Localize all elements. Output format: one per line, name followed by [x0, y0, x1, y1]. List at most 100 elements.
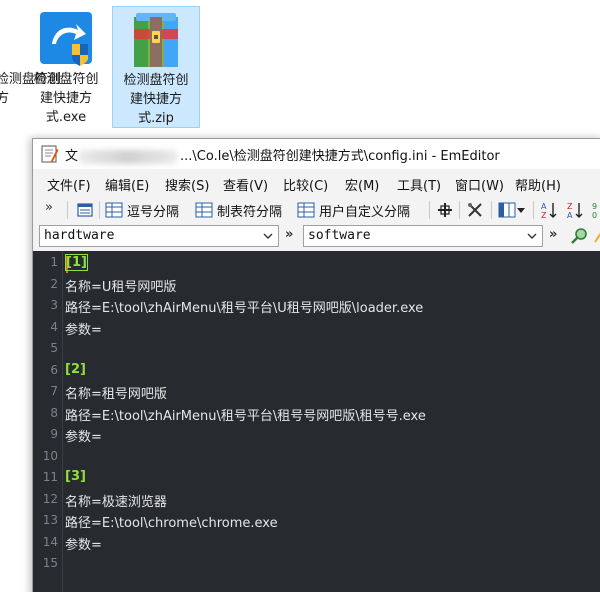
desktop: 检测盘符创 方 检测盘符创 建快捷方 式.exe 检测盘符创 建快捷方 式.zi… — [0, 0, 600, 140]
comma-separated-button[interactable]: 逗号分隔 — [105, 199, 179, 221]
window-title: 文 ...\Co.le\检测盘符创建快捷方式\config.ini - EmEdi… — [65, 149, 500, 164]
svg-text:A: A — [541, 202, 547, 211]
find-options-icon[interactable] — [593, 226, 600, 246]
sort-ascending-icon[interactable]: A Z — [539, 200, 559, 220]
emeditor-app-icon — [41, 145, 59, 163]
ini-key: 名称 — [65, 494, 92, 510]
code-line[interactable]: 路径=E:\tool\zhAirMenu\租号平台\U租号网吧版\loader.… — [65, 297, 423, 316]
ini-value: U租号网吧版 — [101, 279, 177, 295]
line-number: 7 — [50, 384, 58, 398]
find-combo-right[interactable]: software — [303, 225, 543, 247]
table-grid-icon — [297, 202, 315, 218]
code-line[interactable]: 路径=E:\tool\zhAirMenu\租号平台\租号号网吧版\租号号.exe — [65, 405, 426, 424]
line-number: 11 — [42, 470, 58, 484]
move-cross-icon[interactable] — [435, 200, 455, 220]
ini-equals: = — [91, 279, 102, 295]
chevron-down-icon[interactable] — [262, 230, 274, 242]
code-line[interactable]: 路径=E:\tool\chrome\chrome.exe — [65, 512, 278, 531]
line-number: 10 — [42, 448, 58, 463]
code-editor[interactable]: 1 2 3 4 5 6 7 8 9 10 11 12 13 14 15 [1] … — [33, 251, 600, 592]
title-bar[interactable]: 文 ...\Co.le\检测盘符创建快捷方式\config.ini - EmEdi… — [33, 139, 600, 169]
code-line[interactable]: 参数= — [65, 319, 102, 338]
tools-icon[interactable] — [465, 200, 485, 220]
ini-equals: = — [91, 430, 102, 445]
menu-help[interactable]: 帮助(H) — [515, 175, 561, 194]
ini-value: E:\tool\chrome\chrome.exe — [101, 516, 278, 531]
toolbar-separator — [429, 201, 430, 219]
code-line[interactable]: 参数= — [65, 426, 102, 445]
svg-text:A: A — [567, 211, 573, 220]
find-bar-separator: » — [549, 227, 558, 242]
toolbar: » 逗号分隔 制表符分隔 用户自定义分隔 A Z Z A 9 0 — [33, 197, 600, 223]
ini-equals: = — [91, 516, 102, 531]
ini-key: 路径 — [65, 408, 92, 424]
code-line[interactable]: [1] — [65, 254, 88, 271]
line-number: 15 — [42, 556, 58, 570]
ini-equals: = — [91, 387, 102, 402]
desktop-icon-exe[interactable]: 检测盘符创 建快捷方 式.exe — [22, 6, 110, 128]
menu-file[interactable]: 文件(F) — [47, 175, 91, 194]
ini-equals: = — [91, 494, 102, 510]
menu-tools[interactable]: 工具(T) — [397, 175, 441, 194]
toolbar-overflow-chevron[interactable]: » — [45, 200, 53, 215]
line-number: 3 — [50, 298, 58, 312]
svg-text:Z: Z — [541, 211, 547, 220]
find-combo-left[interactable]: hardtware — [39, 225, 279, 247]
line-number: 13 — [42, 513, 58, 527]
menu-compare[interactable]: 比较(C) — [283, 175, 328, 194]
window-icon[interactable] — [75, 200, 95, 220]
code-line[interactable]: 名称=租号网吧版 — [65, 383, 167, 402]
user-defined-separator-button[interactable]: 用户自定义分隔 — [297, 199, 410, 221]
chevron-down-icon[interactable] — [515, 200, 527, 220]
code-line[interactable]: [2] — [65, 362, 86, 377]
ini-equals: = — [91, 301, 102, 316]
ini-section-header: [3] — [65, 469, 86, 484]
find-bar-separator: » — [285, 227, 294, 242]
menu-window[interactable]: 窗口(W) — [455, 175, 504, 194]
toolbar-separator — [67, 201, 68, 219]
menu-view[interactable]: 查看(V) — [223, 175, 268, 194]
chevron-down-icon[interactable] — [526, 230, 538, 242]
menu-macro[interactable]: 宏(M) — [345, 175, 379, 194]
svg-text:9: 9 — [592, 202, 597, 211]
line-number: 9 — [50, 427, 58, 441]
line-number-gutter: 1 2 3 4 5 6 7 8 9 10 11 12 13 14 15 — [33, 251, 63, 592]
line-number: 12 — [42, 491, 58, 506]
code-line[interactable]: 名称=极速浏览器 — [65, 491, 167, 510]
redacted-path — [78, 149, 179, 164]
ini-key: 参数 — [65, 537, 92, 553]
line-number: 4 — [50, 319, 58, 334]
find-search-icon[interactable] — [569, 226, 589, 246]
ini-equals: = — [91, 408, 102, 424]
line-number: 6 — [50, 362, 58, 377]
desktop-icon-zip[interactable]: 检测盘符创 建快捷方 式.zip — [112, 6, 200, 128]
zip-archive-icon — [134, 13, 178, 67]
sort-numeric-icon[interactable]: 9 0 — [591, 200, 600, 220]
code-line[interactable]: 名称=U租号网吧版 — [65, 276, 176, 295]
toolbar-separator — [459, 201, 460, 219]
sort-descending-icon[interactable]: Z A — [565, 200, 585, 220]
ini-value: E:\tool\zhAirMenu\租号平台\U租号网吧版\loader.exe — [101, 301, 424, 316]
code-line[interactable]: [3] — [65, 469, 86, 484]
menu-search[interactable]: 搜索(S) — [165, 175, 209, 194]
menu-bar: 文件(F) 编辑(E) 搜索(S) 查看(V) 比较(C) 宏(M) 工具(T)… — [33, 171, 600, 197]
code-line[interactable]: 参数= — [65, 534, 102, 553]
emeditor-window: 文 ...\Co.le\检测盘符创建快捷方式\config.ini - EmEdi… — [32, 138, 600, 592]
line-number: 14 — [42, 534, 58, 549]
line-number: 1 — [50, 255, 58, 269]
line-number: 8 — [50, 405, 58, 420]
toolbar-separator — [533, 201, 534, 219]
ini-key: 参数 — [65, 322, 92, 338]
table-grid-icon — [195, 202, 213, 218]
ini-equals: = — [91, 322, 102, 338]
columns-icon[interactable] — [497, 200, 517, 220]
ini-value: E:\tool\zhAirMenu\租号平台\租号号网吧版\租号号.exe — [101, 408, 426, 424]
ini-key: 路径 — [65, 301, 92, 316]
toolbar-separator — [99, 201, 100, 219]
line-number: 2 — [50, 276, 58, 291]
menu-edit[interactable]: 编辑(E) — [105, 175, 149, 194]
tab-separated-button[interactable]: 制表符分隔 — [195, 199, 282, 221]
ini-key: 名称 — [65, 279, 92, 295]
table-grid-icon — [105, 202, 123, 218]
find-bar: hardtware » software » — [33, 225, 600, 249]
